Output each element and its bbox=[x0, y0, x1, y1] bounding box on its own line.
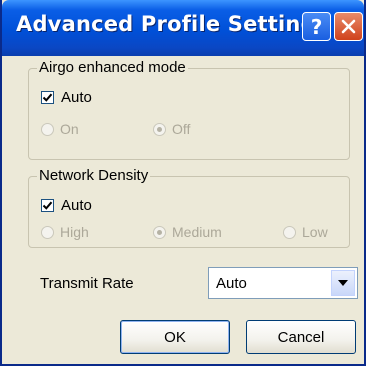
transmit-rate-select[interactable]: Auto bbox=[208, 267, 358, 299]
radio-off-circle[interactable] bbox=[153, 122, 166, 136]
radio-selected-dot bbox=[157, 126, 162, 132]
density-radio-high[interactable]: High bbox=[41, 224, 89, 240]
airgo-auto-checkbox-box[interactable] bbox=[41, 91, 54, 104]
airgo-enhanced-mode-group: Airgo enhanced mode Auto On Off bbox=[28, 59, 350, 160]
network-density-group: Network Density Auto High Medium Low bbox=[28, 167, 350, 248]
airgo-group-legend: Airgo enhanced mode bbox=[37, 59, 188, 76]
radio-low-circle[interactable] bbox=[283, 225, 296, 239]
cancel-button-label: Cancel bbox=[277, 328, 325, 346]
dialog-title: Advanced Profile Settings bbox=[16, 12, 329, 36]
checkmark-icon bbox=[42, 93, 53, 102]
network-density-auto-checkbox-box[interactable] bbox=[41, 199, 54, 212]
radio-medium-circle[interactable] bbox=[153, 225, 166, 239]
close-button[interactable] bbox=[334, 12, 363, 41]
ok-button[interactable]: OK bbox=[120, 320, 230, 354]
radio-high-circle[interactable] bbox=[41, 225, 54, 239]
transmit-rate-value: Auto bbox=[216, 275, 247, 292]
transmit-rate-label: Transmit Rate bbox=[40, 275, 134, 292]
airgo-radio-off-label: Off bbox=[172, 121, 191, 137]
title-bar[interactable]: Advanced Profile Settings ? bbox=[2, 0, 364, 56]
airgo-radio-on[interactable]: On bbox=[41, 121, 79, 137]
checkmark-icon bbox=[42, 201, 53, 210]
advanced-profile-settings-dialog: Advanced Profile Settings ? Airgo enhanc… bbox=[0, 0, 366, 366]
airgo-radio-off[interactable]: Off bbox=[153, 121, 190, 137]
airgo-auto-label: Auto bbox=[61, 89, 92, 106]
density-radio-low-label: Low bbox=[302, 224, 328, 240]
network-density-auto-label: Auto bbox=[61, 197, 92, 214]
close-icon bbox=[341, 19, 356, 34]
cancel-button[interactable]: Cancel bbox=[246, 320, 356, 354]
help-button[interactable]: ? bbox=[302, 12, 331, 41]
chevron-down-icon bbox=[338, 280, 348, 286]
density-radio-medium-label: Medium bbox=[172, 224, 222, 240]
density-radio-high-label: High bbox=[60, 224, 89, 240]
radio-on-circle[interactable] bbox=[41, 122, 54, 136]
density-radio-low[interactable]: Low bbox=[283, 224, 328, 240]
dropdown-button[interactable] bbox=[331, 270, 355, 296]
help-icon: ? bbox=[310, 14, 323, 39]
network-density-legend: Network Density bbox=[37, 167, 151, 184]
ok-button-label: OK bbox=[164, 328, 186, 346]
airgo-radio-on-label: On bbox=[60, 121, 79, 137]
radio-selected-dot bbox=[157, 229, 162, 235]
airgo-auto-checkbox[interactable]: Auto bbox=[41, 89, 92, 106]
network-density-auto-checkbox[interactable]: Auto bbox=[41, 197, 92, 214]
density-radio-medium[interactable]: Medium bbox=[153, 224, 222, 240]
